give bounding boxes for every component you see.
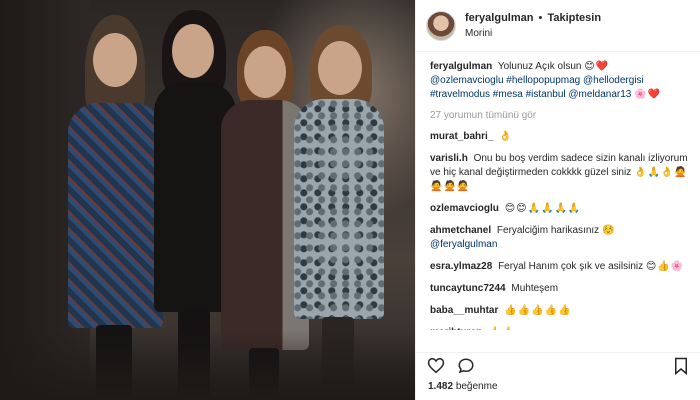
comment: ahmetchanel Feryalciğim harikasınız ☺️ @… bbox=[430, 224, 691, 252]
comment: merihturan 👍👍 bbox=[430, 326, 691, 330]
action-bar bbox=[416, 352, 700, 378]
comment: esra.ylmaz28 Feryal Hanım çok şık ve asi… bbox=[430, 260, 691, 274]
instagram-post: feryalgulman • Takiptesin Morini feryalg… bbox=[0, 0, 700, 400]
likes-label: beğenme bbox=[455, 381, 498, 392]
likes-number: 1.482 bbox=[428, 381, 454, 392]
caption-text: Yolunuz Açık olsun bbox=[497, 61, 582, 72]
comment-emoji: 👍👍 bbox=[488, 327, 515, 330]
comment-emoji: 👌 bbox=[499, 131, 513, 142]
bookmark-icon[interactable] bbox=[671, 356, 691, 376]
post-side-panel: feryalgulman • Takiptesin Morini feryalg… bbox=[415, 0, 700, 400]
post-header: feryalgulman • Takiptesin Morini bbox=[416, 0, 700, 52]
caption-tags[interactable]: @ozlemavcioglu #hellopopupmag @helloderg… bbox=[430, 75, 644, 100]
comment: murat_bahri_ 👌 bbox=[430, 130, 691, 144]
speech-bubble-icon[interactable] bbox=[456, 356, 476, 376]
author-username[interactable]: feryalgulman bbox=[465, 12, 533, 24]
caption-username[interactable]: feryalgulman bbox=[430, 61, 492, 72]
follow-status[interactable]: Takiptesin bbox=[547, 12, 601, 24]
comment-username[interactable]: esra.ylmaz28 bbox=[430, 261, 492, 272]
comment: varisli.h Onu bu boş verdim sadece sizin… bbox=[430, 152, 691, 194]
view-all-comments-link[interactable]: 27 yorumun tümünü gör bbox=[430, 110, 691, 121]
comment-text: Feryal Hanım çok şık ve asilsiniz bbox=[498, 261, 644, 272]
comment: tuncaytunc7244 Muhteşem bbox=[430, 282, 691, 296]
heart-outline-icon[interactable] bbox=[426, 356, 446, 376]
header-text: feryalgulman • Takiptesin Morini bbox=[465, 11, 601, 41]
comment-username[interactable]: tuncaytunc7244 bbox=[430, 283, 506, 294]
comment-username[interactable]: ahmetchanel bbox=[430, 225, 491, 236]
comment-mention[interactable]: @feryalgulman bbox=[430, 239, 497, 250]
header-top-line: feryalgulman • Takiptesin bbox=[465, 11, 601, 26]
comment: baba__muhtar 👍👍👍👍👍 bbox=[430, 304, 691, 318]
post-photo[interactable] bbox=[0, 0, 415, 400]
comment-username[interactable]: ozlemavcioglu bbox=[430, 203, 499, 214]
likes-count[interactable]: 1.482 beğenme bbox=[428, 381, 498, 392]
comments-list[interactable]: feryalgulman Yolunuz Açık olsun 😊❤️ @ozl… bbox=[416, 60, 700, 330]
floor-shadow bbox=[0, 330, 415, 400]
comment-emoji: 😊😊🙏🙏🙏🙏 bbox=[504, 203, 582, 214]
comment-username[interactable]: baba__muhtar bbox=[430, 305, 498, 316]
comment-text: Feryalciğim harikasınız bbox=[496, 225, 600, 236]
comment: ozlemavcioglu 😊😊🙏🙏🙏🙏 bbox=[430, 202, 691, 216]
comment-emoji: 👍👍👍👍👍 bbox=[504, 305, 572, 316]
avatar[interactable] bbox=[426, 10, 456, 41]
comment-username[interactable]: merihturan bbox=[430, 327, 482, 330]
header-separator: • bbox=[538, 11, 543, 24]
location-link[interactable]: Morini bbox=[465, 26, 601, 41]
caption-emoji: 😊❤️ bbox=[584, 61, 610, 72]
comment-text: Muhteşem bbox=[511, 283, 559, 294]
comment-username[interactable]: varisli.h bbox=[430, 153, 468, 164]
comment-username[interactable]: murat_bahri_ bbox=[430, 131, 493, 142]
caption: feryalgulman Yolunuz Açık olsun 😊❤️ @ozl… bbox=[430, 60, 691, 102]
comment-emoji: 😊👍🌸 bbox=[645, 261, 685, 272]
caption-tags-emoji: 🌸❤️ bbox=[634, 89, 662, 100]
comment-emoji: ☺️ bbox=[601, 225, 616, 236]
